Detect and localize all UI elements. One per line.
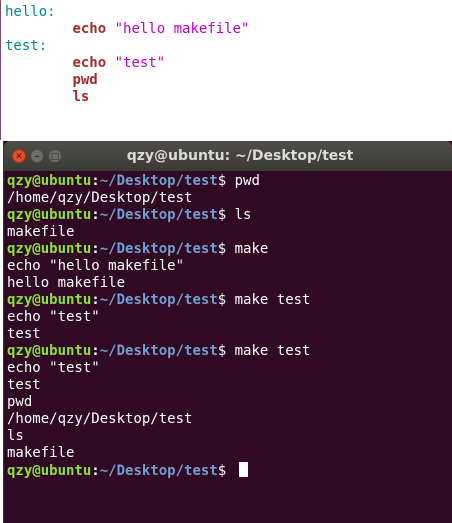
prompt-user: qzy@ubuntu [7, 292, 92, 308]
target-label: test: [5, 38, 48, 54]
prompt-path: ~/Desktop/test [99, 207, 218, 223]
command-text: make test [234, 292, 311, 308]
output-line: test [7, 326, 41, 342]
output-line: echo "test" [7, 360, 100, 376]
prompt-line: qzy@ubuntu:~/Desktop/test$ pwd [7, 173, 452, 190]
prompt-dollar: $ [217, 207, 227, 223]
output-line: pwd [7, 394, 33, 410]
prompt-dollar: $ [217, 292, 227, 308]
prompt-separator: : [91, 343, 100, 359]
output-line: test [7, 377, 41, 393]
prompt-separator: : [91, 173, 100, 189]
prompt-dollar: $ [217, 463, 227, 479]
window-title: qzy@ubuntu: ~/Desktop/test [126, 148, 354, 164]
prompt-user: qzy@ubuntu [7, 343, 92, 359]
editor-line: ls [5, 89, 89, 106]
prompt-path: ~/Desktop/test [99, 241, 218, 257]
command-text: ls [234, 207, 252, 223]
prompt-line: qzy@ubuntu:~/Desktop/test$ make test [7, 343, 452, 360]
string-literal: "hello makefile" [114, 21, 250, 37]
command-text: pwd [234, 173, 260, 189]
command-text: make test [234, 343, 311, 359]
prompt-user: qzy@ubuntu [7, 463, 92, 479]
prompt-separator: : [91, 463, 100, 479]
prompt-path: ~/Desktop/test [99, 343, 218, 359]
output-line: echo "hello makefile" [7, 258, 185, 274]
output-line: hello makefile [7, 275, 126, 291]
editor-line: test: [5, 38, 47, 55]
title-bar[interactable]: ✕ – □ qzy@ubuntu: ~/Desktop/test [4, 141, 452, 171]
output-line: /home/qzy/Desktop/test [7, 411, 193, 427]
prompt-user: qzy@ubuntu [7, 241, 92, 257]
terminal-window[interactable]: ✕ – □ qzy@ubuntu: ~/Desktop/test qzy@ubu… [3, 141, 452, 523]
editor-line: echo "test" [5, 55, 165, 72]
prompt-line: qzy@ubuntu:~/Desktop/test$ ls [7, 207, 452, 224]
prompt-separator: : [91, 241, 100, 257]
prompt-line: qzy@ubuntu:~/Desktop/test$ [7, 462, 452, 479]
string-literal: "test" [114, 55, 166, 71]
text-cursor [238, 462, 248, 477]
prompt-path: ~/Desktop/test [99, 463, 218, 479]
command-keyword: echo [72, 55, 107, 71]
prompt-user: qzy@ubuntu [7, 207, 92, 223]
makefile-editor[interactable]: hello: echo "hello makefile" test: echo … [0, 0, 452, 140]
output-line: /home/qzy/Desktop/test [7, 190, 193, 206]
editor-line: echo "hello makefile" [5, 21, 249, 38]
output-line: makefile [7, 445, 75, 461]
target-label: hello: [5, 4, 56, 20]
prompt-line: qzy@ubuntu:~/Desktop/test$ make [7, 241, 452, 258]
editor-line: hello: [5, 4, 56, 21]
command-keyword: pwd [72, 72, 98, 88]
prompt-line: qzy@ubuntu:~/Desktop/test$ make test [7, 292, 452, 309]
prompt-dollar: $ [217, 173, 227, 189]
terminal-output[interactable]: qzy@ubuntu:~/Desktop/test$ pwd/home/qzy/… [7, 173, 452, 523]
prompt-path: ~/Desktop/test [99, 173, 218, 189]
command-keyword: ls [72, 89, 90, 105]
command-text: make [234, 241, 269, 257]
prompt-separator: : [91, 207, 100, 223]
output-line: makefile [7, 224, 75, 240]
editor-line: pwd [5, 72, 98, 89]
command-keyword: echo [72, 21, 107, 37]
prompt-separator: : [91, 292, 100, 308]
output-line: ls [7, 428, 24, 444]
prompt-path: ~/Desktop/test [99, 292, 218, 308]
output-line: echo "test" [7, 309, 100, 325]
prompt-user: qzy@ubuntu [7, 173, 92, 189]
prompt-dollar: $ [217, 241, 227, 257]
prompt-dollar: $ [217, 343, 227, 359]
